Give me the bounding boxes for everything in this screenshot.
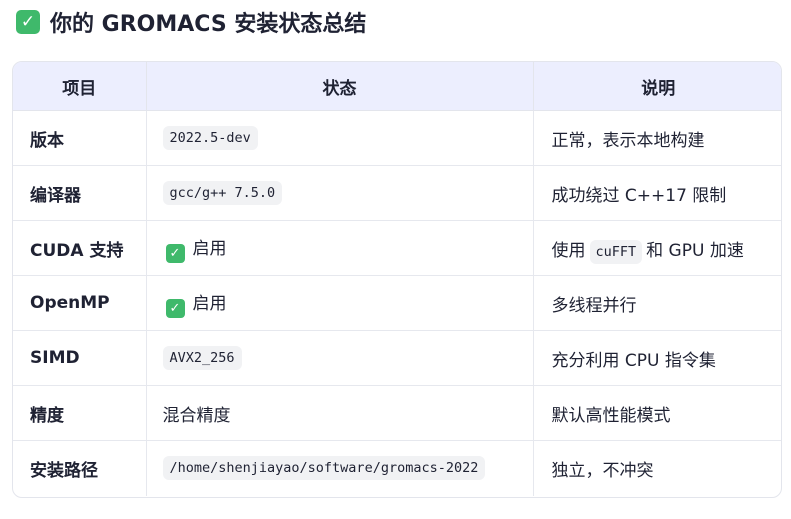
row-item: 版本: [13, 110, 147, 166]
status-text: 启用: [192, 238, 227, 259]
status-code: 2022.5-dev: [162, 126, 258, 150]
row-item: SIMD: [13, 330, 147, 386]
row-note: 成功绕过 C++17 限制: [533, 165, 781, 221]
table-row: CUDA 支持 ✓ 启用 使用 cuFFT 和 GPU 加速: [13, 220, 781, 276]
page-title-text: 你的 GROMACS 安装状态总结: [50, 12, 367, 37]
table-row: 版本 2022.5-dev 正常，表示本地构建: [13, 110, 781, 166]
row-item: OpenMP: [13, 275, 147, 331]
status-table: 项目 状态 说明 版本 2022.5-dev 正常，表示本地构建 编译器 gcc…: [12, 61, 782, 498]
table-row: 安装路径 /home/shenjiayao/software/gromacs-2…: [13, 440, 781, 496]
row-status: 混合精度: [146, 385, 534, 441]
status-text: 启用: [192, 293, 227, 314]
note-text: 使用: [551, 240, 586, 261]
row-item: 精度: [13, 385, 147, 441]
table-row: OpenMP ✓ 启用 多线程并行: [13, 275, 781, 331]
row-item: 编译器: [13, 165, 147, 221]
row-note: 默认高性能模式: [533, 385, 781, 441]
header-note: 说明: [533, 62, 781, 111]
row-status: /home/shenjiayao/software/gromacs-2022: [146, 440, 534, 496]
row-status: ✓ 启用: [146, 275, 534, 331]
row-note: 正常，表示本地构建: [533, 110, 781, 166]
row-note: 充分利用 CPU 指令集: [533, 330, 781, 386]
check-mark-icon: ✓: [16, 10, 40, 34]
table-row: SIMD AVX2_256 充分利用 CPU 指令集: [13, 330, 781, 386]
row-note: 使用 cuFFT 和 GPU 加速: [533, 220, 781, 276]
note-text: 和 GPU 加速: [646, 240, 744, 261]
row-item: CUDA 支持: [13, 220, 147, 276]
page-title: ✓ 你的 GROMACS 安装状态总结: [16, 6, 366, 38]
row-status: ✓ 启用: [146, 220, 534, 276]
table-row: 编译器 gcc/g++ 7.5.0 成功绕过 C++17 限制: [13, 165, 781, 221]
header-item: 项目: [13, 62, 147, 111]
row-status: AVX2_256: [146, 330, 534, 386]
row-item: 安装路径: [13, 440, 147, 496]
status-code: AVX2_256: [162, 346, 242, 370]
header-status: 状态: [146, 62, 534, 111]
status-code: /home/shenjiayao/software/gromacs-2022: [162, 456, 486, 481]
table-header-row: 项目 状态 说明: [13, 62, 781, 111]
row-note: 独立，不冲突: [551, 460, 654, 481]
row-status: gcc/g++ 7.5.0: [146, 165, 534, 221]
check-mark-icon: ✓: [165, 243, 185, 263]
table-row: 精度 混合精度 默认高性能模式: [13, 385, 781, 441]
status-code: gcc/g++ 7.5.0: [162, 181, 283, 205]
row-note: 多线程并行: [533, 275, 781, 331]
row-status: 2022.5-dev: [146, 110, 534, 166]
note-code: cuFFT: [589, 239, 643, 264]
check-mark-icon: ✓: [165, 298, 185, 318]
